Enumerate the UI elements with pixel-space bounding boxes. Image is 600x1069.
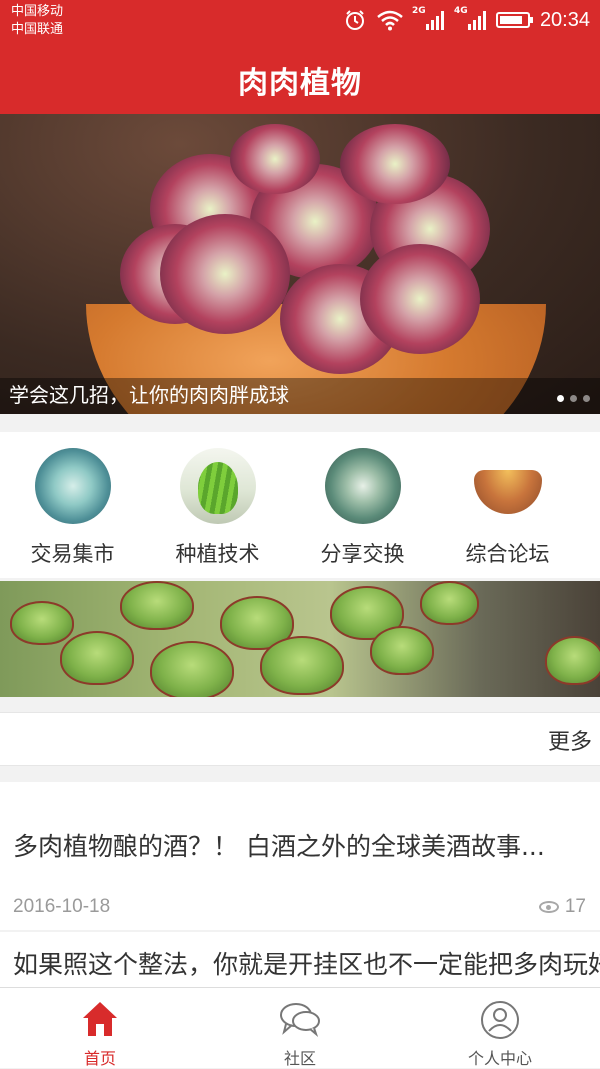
status-icons: 2G 4G 20:34 [344,6,590,34]
carousel-dot [557,395,564,402]
signal-2g-icon: 2G [412,6,444,30]
succulent-rosette [340,124,450,204]
category-label: 种植技术 [175,542,260,566]
carrier-2: 中国联通 [11,22,64,37]
succulent-leaf [370,626,434,675]
tab-label: 社区 [283,1049,316,1068]
haworthia-green-thumb [179,448,256,524]
network-2g-label: 2G [411,6,426,16]
category-label: 交易集市 [30,542,115,566]
category-forum[interactable]: 综合论坛 [435,432,580,578]
tab-label: 首页 [83,1049,116,1068]
succulent-leaf [60,631,134,685]
category-share-exchange[interactable]: 分享交换 [290,432,435,578]
article-date: 2016-10-18 [13,896,111,917]
category-grid: 交易集市 种植技术 分享交换 综合论坛 [0,432,600,578]
page-title: 肉肉植物 [238,66,362,101]
carousel-dot [570,395,577,402]
succulent-leaf [120,581,194,630]
succulent-rosette [160,214,290,334]
succulent-leaf [545,636,600,685]
user-circle-icon [481,1001,519,1039]
succulent-rosette-thumb [324,448,401,524]
category-trading-market[interactable]: 交易集市 [0,432,145,578]
banner-caption: 学会这几招，让你的肉肉胖成球 [9,383,289,407]
carousel-dot [583,395,590,402]
succulent-leaf [260,636,344,695]
article-views: 17 [538,896,586,918]
carousel-indicator [557,395,590,402]
wifi-icon [377,10,403,31]
banner-carousel[interactable]: 学会这几招，让你的肉肉胖成球 [0,114,600,414]
article-title: 如果照这个整法，你就是开挂区也不一定能把多肉玩好 [13,950,600,979]
succulent-leaf [10,601,74,645]
carrier-1: 中国移动 [11,4,64,19]
succulent-rosette [230,124,320,194]
category-label: 综合论坛 [465,542,550,566]
succulent-leaf [150,641,234,697]
more-row: 更多 [0,712,600,766]
category-label: 分享交换 [320,542,405,566]
clock: 20:34 [539,8,590,31]
article-item[interactable]: 如果照这个整法，你就是开挂区也不一定能把多肉玩好 [0,932,600,992]
status-bar: 中国移动 中国联通 2G 4G 20:34 [0,0,600,42]
promo-banner[interactable] [0,581,600,697]
battery-icon [495,12,533,28]
succulent-leaf [420,581,479,625]
chat-bubbles-icon [280,1003,320,1038]
tab-home[interactable]: 首页 [0,988,200,1068]
succulent-rosette [360,244,480,354]
succulent-pot-thumb [469,448,546,524]
carrier-info: 中国移动 中国联通 [11,3,63,39]
alarm-icon [345,10,364,30]
network-4g-label: 4G [453,6,468,16]
category-planting-tech[interactable]: 种植技术 [145,432,290,578]
home-icon [83,1002,117,1036]
view-count: 17 [564,896,586,917]
tab-label: 个人中心 [467,1049,532,1068]
article-item[interactable]: 多肉植物酿的酒？！ 白酒之外的全球美酒故事... 2016-10-18 17 [0,782,600,930]
article-title: 多肉植物酿的酒？！ 白酒之外的全球美酒故事... [13,832,545,861]
app-header: 肉肉植物 [0,42,600,114]
tab-profile[interactable]: 个人中心 [400,988,600,1068]
eye-icon [538,901,559,913]
signal-4g-icon: 4G [454,6,486,30]
more-link[interactable]: 更多 [548,724,592,756]
echeveria-blue-thumb [34,448,111,524]
bottom-nav: 首页 社区 个人中心 [0,987,600,1068]
tab-community[interactable]: 社区 [200,988,400,1068]
